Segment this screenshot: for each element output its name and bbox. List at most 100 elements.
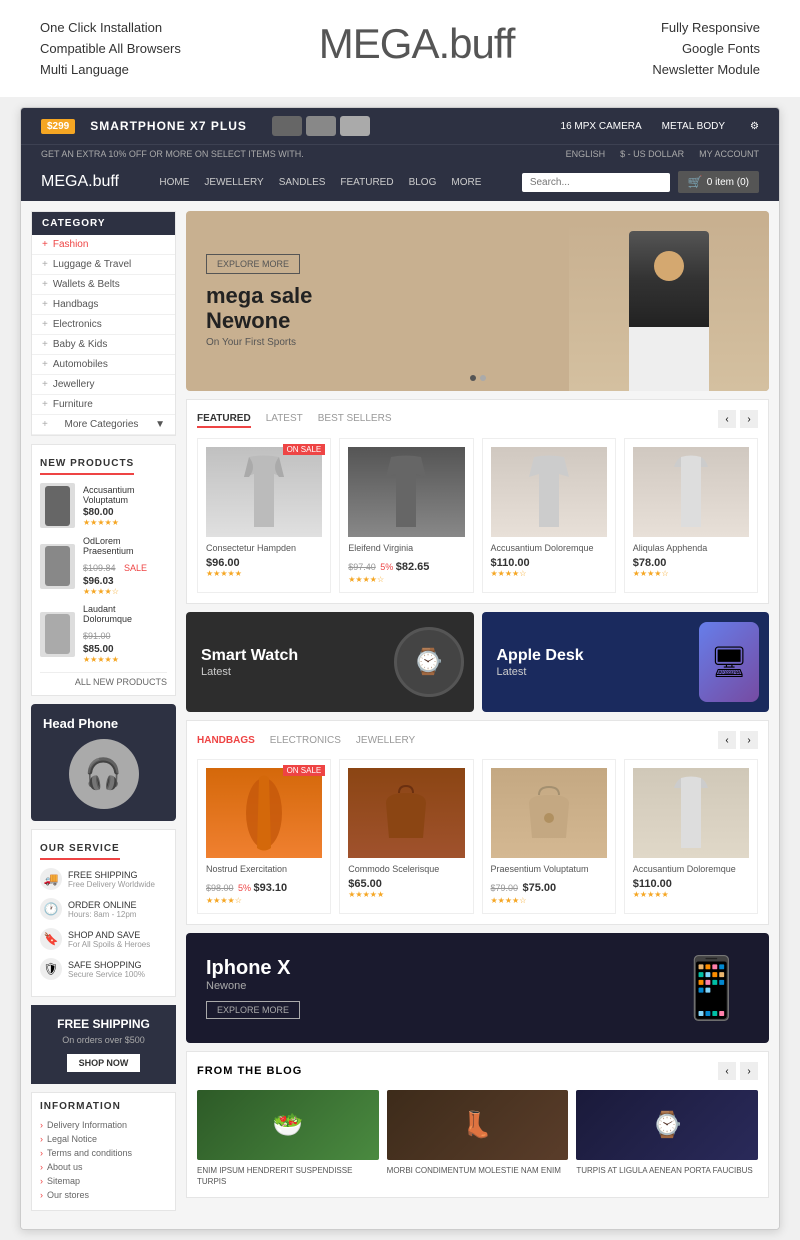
info-terms[interactable]: Terms and conditions [40,1146,167,1160]
apple-desk-image: 🖥 [699,622,759,702]
product-card-2: Eleifend Virginia $97.40 5% $82.65 ★★★★☆ [339,438,473,593]
nav-home[interactable]: HOME [159,177,189,188]
sidebar-category-box: CATEGORY Fashion Luggage & Travel Wallet… [31,211,176,436]
promo-banner: $299 SMARTPHONE X7 PLUS 16 MPX CAMERA ME… [21,108,779,144]
settings-icon[interactable]: ⚙ [750,121,759,132]
service-shipping: 🚚 FREE SHIPPING Free Delivery Worldwide [40,868,167,890]
service-save-title: SHOP AND SAVE [68,930,150,940]
tab-featured[interactable]: FEATURED [197,411,251,428]
cat-on-sale-1: ON SALE [283,765,326,776]
top-bar-left: One Click Installation Compatible All Br… [40,20,181,77]
info-sitemap[interactable]: Sitemap [40,1174,167,1188]
service-save-sub: For All Spoils & Heroes [68,940,150,949]
sidebar-item-luggage[interactable]: Luggage & Travel [32,255,175,275]
account-link[interactable]: MY ACCOUNT [699,149,759,159]
tab-latest[interactable]: LATEST [266,411,303,428]
product-2-sale: 5% [380,562,396,572]
language-selector[interactable]: ENGLISH [566,149,606,159]
new-product-1-stars: ★★★★★ [83,518,167,527]
cat-p1-old: $98.00 [206,883,234,893]
hero-text: EXPLORE MORE mega sale Newone On Your Fi… [206,254,312,347]
category-title: CATEGORY [32,212,175,235]
products-grid: ON SALE Consectetur Hampden $96.00 ★★★★★ [197,438,758,593]
tab-bestsellers[interactable]: BEST SELLERS [318,411,392,428]
explore-button[interactable]: EXPLORE MORE [206,254,300,274]
cat-product-3: Praesentium Voluptatum $79.00 $75.00 ★★★… [482,759,616,914]
cat-tab-handbags[interactable]: HANDBAGS [197,735,255,746]
smart-watch-banner: Smart Watch Latest ⌚ [186,612,474,712]
cat-tab-jewellery[interactable]: JEWELLERY [356,735,415,746]
nav-featured[interactable]: FEATURED [340,177,393,188]
product-2-old: $97.40 [348,562,376,572]
promo-price: $299 [41,119,75,134]
brand-logo: MEGA.buff [319,20,515,68]
info-about[interactable]: About us [40,1160,167,1174]
sidebar-item-fashion[interactable]: Fashion [32,235,175,255]
info-delivery[interactable]: Delivery Information [40,1118,167,1132]
new-product-2-image [40,544,75,589]
new-product-1: Accusantium Voluptatum $80.00 ★★★★★ [40,483,167,528]
cat-p2-price: $65.00 [348,878,464,890]
nav-blog[interactable]: BLOG [409,177,437,188]
new-product-2-sale: SALE [124,563,147,573]
sidebar-item-jewellery[interactable]: Jewellery [32,375,175,395]
search-input[interactable] [522,173,670,192]
sidebar-item-auto[interactable]: Automobiles [32,355,175,375]
sidebar-item-baby[interactable]: Baby & Kids [32,335,175,355]
sidebar-item-electronics[interactable]: Electronics [32,315,175,335]
product-4-price: $78.00 [633,557,749,569]
blog-next-arrow[interactable]: › [740,1062,758,1080]
blog-prev-arrow[interactable]: ‹ [718,1062,736,1080]
cat-tab-electronics[interactable]: ELECTRONICS [270,735,341,746]
cat-p3-stars: ★★★★☆ [491,896,607,905]
nav-actions: 🛒 0 item (0) [522,171,759,193]
sidebar-item-more[interactable]: More Categories ▼ [32,415,175,435]
shop-now-button[interactable]: SHOP NOW [67,1054,141,1072]
cat-p1-sale: 5% [238,883,254,893]
product-card-3-image [491,447,607,537]
iphone-sub: Newone [206,980,300,992]
all-products-link[interactable]: ALL NEW PRODUCTS [40,672,167,687]
new-product-3-old-price: $91.00 [83,631,111,641]
cat-tab-next[interactable]: › [740,731,758,749]
notif-bar: GET AN EXTRA 10% OFF OR MORE ON SELECT I… [21,144,779,163]
hero-dot-1[interactable] [470,375,476,381]
new-products-title: NEW PRODUCTS [40,458,134,475]
nav-sandles[interactable]: SANDLES [279,177,326,188]
apple-desk-text: Apple Desk Latest [497,646,584,677]
product-card-2-image [348,447,464,537]
sidebar-item-wallets[interactable]: Wallets & Belts [32,275,175,295]
blog-card-3-title: TURPIS AT LIGULA AENEAN PORTA FAUCIBUS [576,1165,758,1176]
cat-tab-prev[interactable]: ‹ [718,731,736,749]
service-order-sub: Hours: 8am - 12pm [68,910,137,919]
product-2-stars: ★★★★☆ [348,575,464,584]
currency-selector[interactable]: $ - US DOLLAR [620,149,684,159]
info-legal[interactable]: Legal Notice [40,1132,167,1146]
cart-button[interactable]: 🛒 0 item (0) [678,171,759,193]
feature-2: Compatible All Browsers [40,41,181,56]
top-bar-center: MEGA.buff [319,20,515,68]
product-card-1: ON SALE Consectetur Hampden $96.00 ★★★★★ [197,438,331,593]
sidebar-item-furniture[interactable]: Furniture [32,395,175,415]
smart-watch-sub: Latest [201,666,298,678]
hero-dots [470,375,486,381]
category-tabs-section: HANDBAGS ELECTRONICS JEWELLERY ‹ › ON SA… [186,720,769,925]
nav-bar: MEGA.buff HOME JEWELLERY SANDLES FEATURE… [21,163,779,201]
hero-dot-2[interactable] [480,375,486,381]
tabs-header: FEATURED LATEST BEST SELLERS ‹ › [197,410,758,428]
cart-icon: 🛒 [688,175,703,189]
hero-heading: mega sale Newone [206,284,312,332]
feature-3: Multi Language [40,62,181,77]
explore-iphone-button[interactable]: EXPLORE MORE [206,1001,300,1019]
new-product-2-price: $96.03 [83,576,167,587]
blog-card-2-title: MORBI CONDIMENTUM MOLESTIE NAM ENIM [387,1165,569,1176]
sidebar-item-handbags[interactable]: Handbags [32,295,175,315]
promo-body: METAL BODY [662,121,725,132]
tab-prev-arrow[interactable]: ‹ [718,410,736,428]
smart-watch-image: ⌚ [394,627,464,697]
nav-links: HOME JEWELLERY SANDLES FEATURED BLOG MOR… [159,177,481,188]
tab-next-arrow[interactable]: › [740,410,758,428]
feature-5: Google Fonts [652,41,760,56]
nav-jewellery[interactable]: JEWELLERY [204,177,263,188]
nav-more[interactable]: MORE [451,177,481,188]
